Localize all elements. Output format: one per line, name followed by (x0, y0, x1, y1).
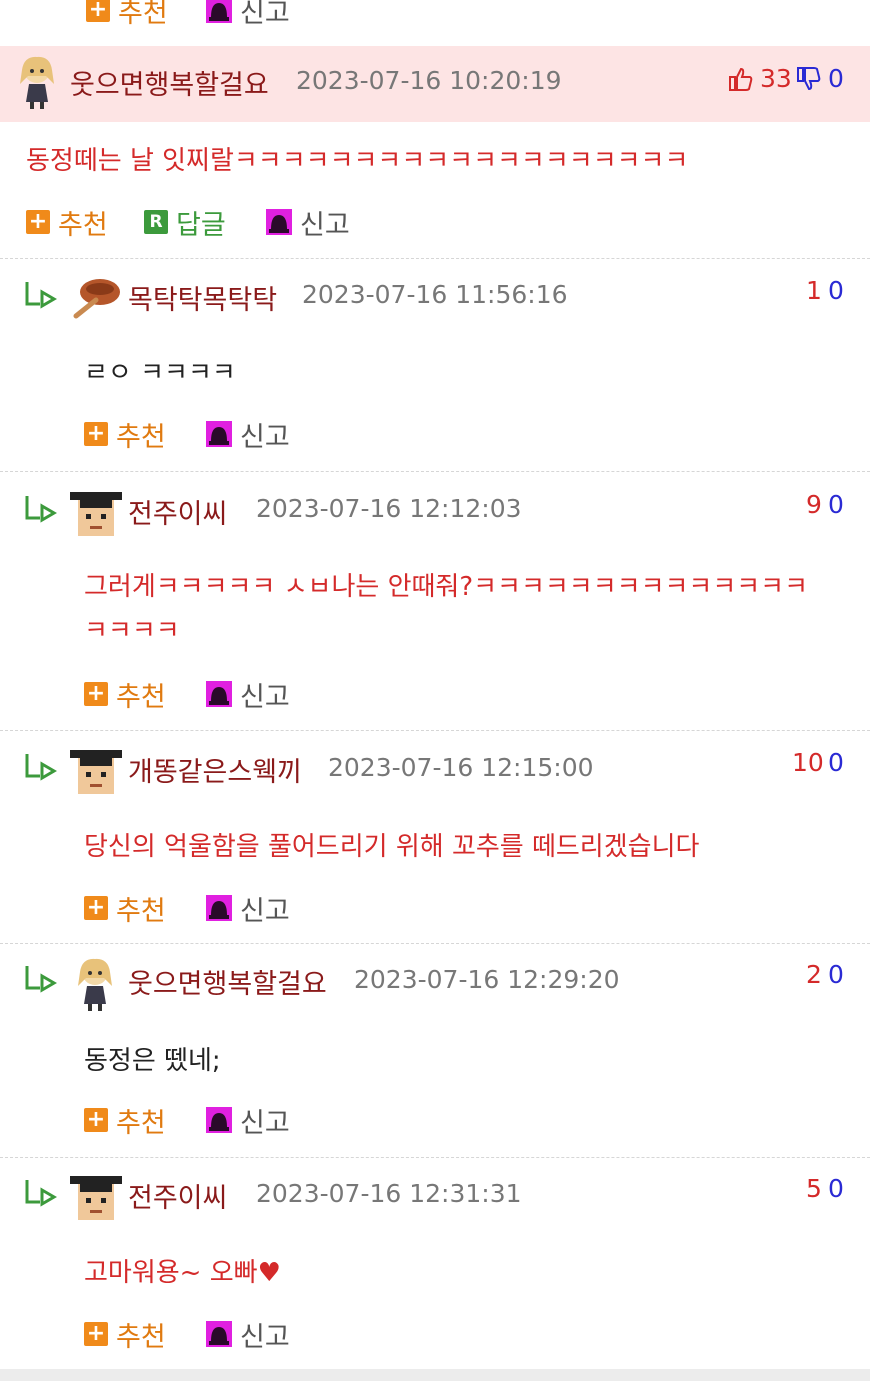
comment-divider (0, 258, 870, 259)
comment-timestamp: 2023-07-16 12:15:00 (328, 753, 594, 782)
upvote-count: 33 (760, 64, 792, 93)
downvote-count: 0 (828, 490, 844, 519)
comment-nickname[interactable]: 웃으면행복할걸요 (70, 63, 269, 102)
siren-icon (206, 421, 232, 447)
report-button[interactable]: 신고 (206, 0, 290, 29)
recommend-button[interactable]: + 추천 (84, 1102, 166, 1139)
recommend-button[interactable]: + 추천 (84, 416, 166, 453)
downvote-count: 0 (828, 960, 844, 989)
footer-bar (0, 1369, 870, 1381)
recommend-button[interactable]: + 추천 (84, 676, 166, 713)
reply-icon: R (144, 210, 168, 234)
reply-arrow-icon (25, 754, 57, 781)
comment-text: 동정떼는 날 잇찌랄ㅋㅋㅋㅋㅋㅋㅋㅋㅋㅋㅋㅋㅋㅋㅋㅋㅋㅋㅋ (26, 146, 689, 176)
report-button[interactable]: 신고 (206, 676, 290, 713)
comment-text: 그러게ㅋㅋㅋㅋㅋ ㅅㅂ나는 안때줘?ㅋㅋㅋㅋㅋㅋㅋㅋㅋㅋㅋㅋㅋㅋ (84, 572, 809, 602)
upvote-count: 1 (806, 276, 822, 305)
siren-icon (206, 0, 232, 23)
comment-text: 동정은 뗐네; (84, 1046, 221, 1076)
comment-timestamp: 2023-07-16 11:56:16 (302, 280, 568, 309)
upvote-count: 5 (806, 1174, 822, 1203)
upvote-count: 10 (792, 748, 824, 777)
reply-button[interactable]: R 답글 (144, 204, 226, 241)
plus-icon: + (84, 896, 108, 920)
plus-icon: + (84, 422, 108, 446)
reply-arrow-icon (25, 282, 57, 309)
plus-icon: + (84, 1322, 108, 1346)
comment-timestamp: 2023-07-16 10:20:19 (296, 66, 562, 95)
plus-icon: + (84, 682, 108, 706)
comment-text: 고마워용~ 오빠♥ (84, 1258, 281, 1288)
comment-nickname[interactable]: 개똥같은스웩끼 (128, 750, 302, 789)
plus-icon: + (84, 1108, 108, 1132)
comment-nickname[interactable]: 전주이씨 (128, 1176, 227, 1215)
report-button[interactable]: 신고 (266, 204, 350, 241)
comment-divider (0, 730, 870, 731)
thumbs-up-icon[interactable] (728, 66, 754, 92)
report-button[interactable]: 신고 (206, 890, 290, 927)
comment-divider (0, 471, 870, 472)
report-button[interactable]: 신고 (206, 1316, 290, 1353)
comment-divider (0, 943, 870, 944)
recommend-button[interactable]: + 추천 (26, 204, 108, 241)
grad-cap-avatar-icon (70, 1176, 122, 1220)
recommend-button[interactable]: + 추천 (84, 890, 166, 927)
siren-icon (206, 1107, 232, 1133)
grad-cap-avatar-icon (70, 492, 122, 536)
siren-icon (206, 681, 232, 707)
downvote-count: 0 (828, 64, 844, 93)
comment-timestamp: 2023-07-16 12:29:20 (354, 965, 620, 994)
recommend-button[interactable]: + 추천 (86, 0, 168, 29)
report-button[interactable]: 신고 (206, 1102, 290, 1139)
comment-timestamp: 2023-07-16 12:31:31 (256, 1179, 522, 1208)
downvote-count: 0 (828, 1174, 844, 1203)
thumbs-down-icon[interactable] (796, 66, 822, 92)
reply-arrow-icon (25, 966, 57, 993)
comment-nickname[interactable]: 웃으면행복할걸요 (128, 962, 327, 1001)
comment-text-continued: ㅋㅋㅋㅋ (84, 616, 180, 646)
downvote-count: 0 (828, 276, 844, 305)
plus-icon: + (86, 0, 110, 22)
grad-cap-avatar-icon (70, 750, 122, 794)
comment-text: 당신의 억울함을 풀어드리기 위해 꼬추를 떼드리겠습니다 (84, 832, 700, 862)
anime-girl-icon (20, 56, 54, 109)
reply-arrow-icon (25, 1180, 57, 1207)
comment-nickname[interactable]: 전주이씨 (128, 492, 227, 531)
upvote-count: 9 (806, 490, 822, 519)
siren-icon (266, 209, 292, 235)
comment-nickname[interactable]: 목탁탁목탁탁 (128, 278, 277, 317)
reply-arrow-icon (25, 496, 57, 523)
downvote-count: 0 (828, 748, 844, 777)
comment-divider (0, 1157, 870, 1158)
comment-timestamp: 2023-07-16 12:12:03 (256, 494, 522, 523)
siren-icon (206, 1321, 232, 1347)
comment-text: ㄹㅇ ㅋㅋㅋㅋ (84, 358, 236, 388)
upvote-count: 2 (806, 960, 822, 989)
moktak-icon (73, 279, 120, 319)
plus-icon: + (26, 210, 50, 234)
recommend-button[interactable]: + 추천 (84, 1316, 166, 1353)
siren-icon (206, 895, 232, 921)
report-button[interactable]: 신고 (206, 416, 290, 453)
anime-girl-icon (78, 958, 112, 1011)
